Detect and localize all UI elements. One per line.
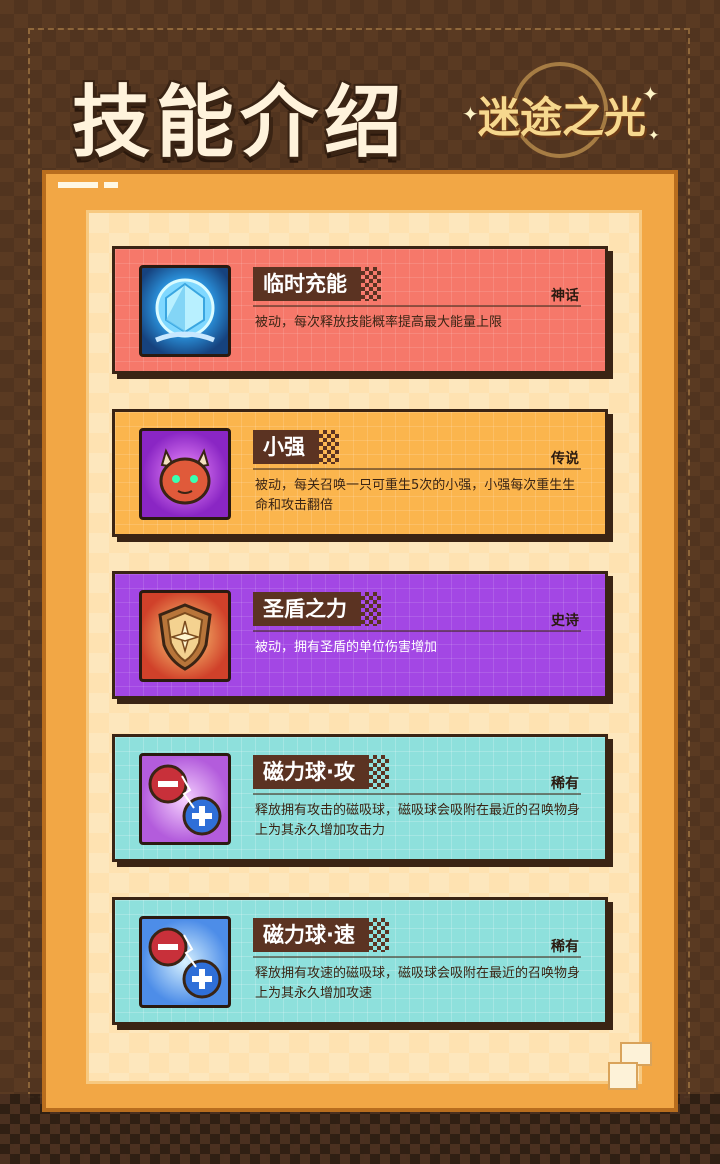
skill-card-magnet-ball-speed[interactable]: 磁力球·速 稀有 释放拥有攻速的磁吸球，磁吸球会吸附在最近的召唤物身上为其永久增… xyxy=(112,897,608,1025)
skill-name: 磁力球·速 xyxy=(253,918,389,952)
sparkle-icon: ✦ xyxy=(462,102,479,126)
crystal-orb-icon xyxy=(139,265,231,357)
divider xyxy=(253,630,581,632)
sparkle-icon: ✦ xyxy=(642,82,659,106)
corner-decoration xyxy=(608,1062,638,1090)
skill-description: 释放拥有攻速的磁吸球，磁吸球会吸附在最近的召唤物身上为其永久增加攻速 xyxy=(255,966,581,1001)
magnet-ball-speed-icon xyxy=(139,916,231,1008)
page-title: 技能介绍 xyxy=(72,78,409,168)
skill-name: 磁力球·攻 xyxy=(253,755,389,789)
skill-card-holy-shield-power[interactable]: 圣盾之力 史诗 被动，拥有圣盾的单位伤害增加 xyxy=(112,571,608,699)
skill-name: 圣盾之力 xyxy=(253,592,381,626)
skill-description: 被动，每关召唤一只可重生5次的小强，小强每次重生生命和攻击翻倍 xyxy=(255,478,576,513)
skill-card-temporary-charge[interactable]: 临时充能 神话 被动，每次释放技能概率提高最大能量上限 xyxy=(112,246,608,374)
rarity-label: 史诗 xyxy=(551,613,579,629)
rarity-label: 传说 xyxy=(551,451,579,467)
skill-card-cockroach[interactable]: 小强 传说 被动，每关召唤一只可重生5次的小强，小强每次重生生命和攻击翻倍 xyxy=(112,409,608,537)
rarity-label: 稀有 xyxy=(551,939,579,955)
rarity-label: 神话 xyxy=(551,288,579,304)
holy-shield-icon xyxy=(139,590,231,682)
horned-demon-icon xyxy=(139,428,231,520)
divider xyxy=(253,305,581,307)
rarity-label: 稀有 xyxy=(551,776,579,792)
panel-highlight xyxy=(58,182,98,188)
skill-name: 小强 xyxy=(253,430,339,464)
divider xyxy=(253,956,581,958)
sparkle-icon: ✦ xyxy=(648,128,660,144)
magnet-ball-attack-icon xyxy=(139,753,231,845)
skill-description: 被动，拥有圣盾的单位伤害增加 xyxy=(255,640,438,655)
logo-text: 迷途之光 xyxy=(477,93,646,142)
skill-description: 释放拥有攻击的磁吸球，磁吸球会吸附在最近的召唤物身上为其永久增加攻击力 xyxy=(255,803,581,838)
game-logo: 迷途之光 ✦ ✦ ✦ xyxy=(452,62,672,162)
divider xyxy=(253,793,581,795)
panel-highlight xyxy=(104,182,118,188)
divider xyxy=(253,468,581,470)
skill-name: 临时充能 xyxy=(253,267,381,301)
skill-description: 被动，每次释放技能概率提高最大能量上限 xyxy=(255,315,503,330)
skill-card-magnet-ball-attack[interactable]: 磁力球·攻 稀有 释放拥有攻击的磁吸球，磁吸球会吸附在最近的召唤物身上为其永久增… xyxy=(112,734,608,862)
